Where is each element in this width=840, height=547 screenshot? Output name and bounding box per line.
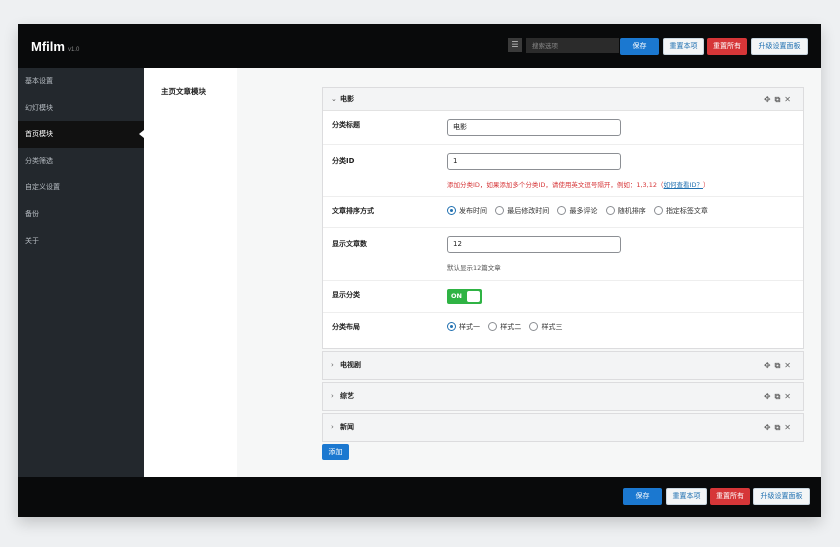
radio-unchecked-icon xyxy=(529,322,539,331)
radio-sort-modified-time[interactable]: 最后修改时间 xyxy=(495,206,549,216)
radio-checked-icon xyxy=(447,206,456,215)
chevron-down-icon: ⌄ xyxy=(331,95,337,103)
row-layout: 分类布局 样式一 样式二 样式三 xyxy=(323,313,803,345)
panel-header[interactable]: ⌄ 电影 ✥⧉✕ xyxy=(323,88,803,111)
sidebar-item-about[interactable]: 关于 xyxy=(18,228,144,255)
move-icon[interactable]: ✥ xyxy=(764,392,775,401)
main-content: 主页文章模块 ⌄ 电影 ✥⧉✕ 分类标题 电影 分类ID 1 添加分类ID，如果添… xyxy=(144,68,821,477)
field-label: 分类ID xyxy=(332,157,355,165)
sidebar-item-custom[interactable]: 自定义设置 xyxy=(18,174,144,201)
group-panel-news: › 新闻 ✥⧉✕ xyxy=(322,413,804,442)
search-input[interactable] xyxy=(526,38,619,53)
panel-header[interactable]: › 综艺 ✥⧉✕ xyxy=(323,383,803,410)
panel-title: 新闻 xyxy=(340,423,354,431)
panel-header[interactable]: › 电视剧 ✥⧉✕ xyxy=(323,352,803,379)
field-label: 分类布局 xyxy=(332,323,360,331)
copy-icon[interactable]: ⧉ xyxy=(775,95,785,104)
panel-title: 综艺 xyxy=(340,392,354,400)
footer-upgrade-panel-button[interactable]: 升级设置面板 xyxy=(753,488,810,505)
group-panel-movie: ⌄ 电影 ✥⧉✕ 分类标题 电影 分类ID 1 添加分类ID，如果添加多个分类ID… xyxy=(322,87,804,349)
field-label: 分类标题 xyxy=(332,121,360,129)
show-category-toggle[interactable]: ON xyxy=(447,289,482,304)
section-label: 主页文章模块 xyxy=(161,87,206,96)
field-label: 显示文章数 xyxy=(332,240,367,248)
category-id-input[interactable]: 1 xyxy=(447,153,621,170)
radio-sort-publish-time[interactable]: 发布时间 xyxy=(447,206,487,216)
move-icon[interactable]: ✥ xyxy=(764,95,775,104)
save-button[interactable]: 保存 xyxy=(620,38,659,55)
sidebar-item-category-filter[interactable]: 分类筛选 xyxy=(18,148,144,175)
row-category-id: 分类ID 1 添加分类ID，如果添加多个分类ID，请使用英文逗号隔开，例如：1,… xyxy=(323,145,803,197)
copy-icon[interactable]: ⧉ xyxy=(775,423,785,432)
radio-layout-style-1[interactable]: 样式一 xyxy=(447,322,480,332)
row-sort-order: 文章排序方式 发布时间 最后修改时间 最多评论 随机排序 指定标签文章 xyxy=(323,197,803,228)
radio-unchecked-icon xyxy=(495,206,505,215)
upgrade-panel-button[interactable]: 升级设置面板 xyxy=(751,38,808,55)
group-panel-variety: › 综艺 ✥⧉✕ xyxy=(322,382,804,411)
radio-layout-style-3[interactable]: 样式三 xyxy=(529,322,562,332)
chevron-right-icon: › xyxy=(331,392,334,400)
sidebar: 基本设置 幻灯模块 首页模块 分类筛选 自定义设置 备份 关于 xyxy=(18,68,144,477)
sort-radio-group: 发布时间 最后修改时间 最多评论 随机排序 指定标签文章 xyxy=(447,206,714,216)
sidebar-item-basic[interactable]: 基本设置 xyxy=(18,68,144,95)
sidebar-item-backup[interactable]: 备份 xyxy=(18,201,144,228)
row-show-category: 显示分类 ON xyxy=(323,281,803,313)
reset-all-button[interactable]: 重置所有 xyxy=(707,38,747,55)
chevron-right-icon: › xyxy=(331,361,334,369)
move-icon[interactable]: ✥ xyxy=(764,423,775,432)
footer-save-button[interactable]: 保存 xyxy=(623,488,662,505)
close-icon[interactable]: ✕ xyxy=(784,95,795,104)
footer-reset-section-button[interactable]: 重置本项 xyxy=(666,488,707,505)
radio-unchecked-icon xyxy=(653,206,663,215)
close-icon[interactable]: ✕ xyxy=(784,423,795,432)
radio-sort-by-tag[interactable]: 指定标签文章 xyxy=(653,206,708,216)
radio-checked-icon xyxy=(447,322,456,331)
radio-unchecked-icon xyxy=(557,206,567,215)
sidebar-item-home-module[interactable]: 首页模块 xyxy=(18,121,144,148)
post-count-help: 默认显示12篇文章 xyxy=(447,264,501,272)
panel-header[interactable]: › 新闻 ✥⧉✕ xyxy=(323,414,803,441)
toggle-label: ON xyxy=(451,292,462,300)
add-group-button[interactable]: 添加 xyxy=(322,444,349,460)
close-icon[interactable]: ✕ xyxy=(784,361,795,370)
app-brand: Mfilm v1.0 xyxy=(31,39,79,54)
field-label: 文章排序方式 xyxy=(332,207,374,215)
app-name: Mfilm xyxy=(31,39,65,54)
radio-layout-style-2[interactable]: 样式二 xyxy=(488,322,521,332)
radio-unchecked-icon xyxy=(488,322,498,331)
copy-icon[interactable]: ⧉ xyxy=(775,361,785,370)
group-panel-tv: › 电视剧 ✥⧉✕ xyxy=(322,351,804,380)
footer-bar: 保存 重置本项 重置所有 升级设置面板 xyxy=(18,477,821,517)
category-title-input[interactable]: 电影 xyxy=(447,119,621,136)
move-icon[interactable]: ✥ xyxy=(764,361,775,370)
app-version: v1.0 xyxy=(67,47,80,53)
field-label: 显示分类 xyxy=(332,291,360,299)
panel-title: 电影 xyxy=(340,95,354,103)
radio-sort-most-comments[interactable]: 最多评论 xyxy=(557,206,597,216)
sidebar-item-slider[interactable]: 幻灯模块 xyxy=(18,95,144,122)
top-bar: Mfilmv1.0 ☰ 保存 重置本项 重置所有 升级设置面板 xyxy=(18,24,821,68)
row-category-title: 分类标题 电影 xyxy=(323,111,803,145)
toggle-knob xyxy=(467,291,480,302)
panel-title: 电视剧 xyxy=(340,361,361,369)
menu-toggle-icon[interactable]: ☰ xyxy=(508,38,522,52)
layout-radio-group: 样式一 样式二 样式三 xyxy=(447,322,568,332)
footer-reset-all-button[interactable]: 重置所有 xyxy=(710,488,750,505)
close-icon[interactable]: ✕ xyxy=(784,392,795,401)
reset-section-button[interactable]: 重置本项 xyxy=(663,38,704,55)
radio-unchecked-icon xyxy=(605,206,615,215)
how-to-find-id-link[interactable]: 如何查看ID？ xyxy=(664,181,703,189)
radio-sort-random[interactable]: 随机排序 xyxy=(605,206,646,216)
post-count-input[interactable]: 12 xyxy=(447,236,621,253)
settings-window: Mfilmv1.0 ☰ 保存 重置本项 重置所有 升级设置面板 基本设置 幻灯模… xyxy=(18,24,821,517)
category-id-help: 添加分类ID，如果添加多个分类ID，请使用英文逗号隔开，例如：1,3,12（如何… xyxy=(447,181,710,189)
chevron-right-icon: › xyxy=(331,423,334,431)
copy-icon[interactable]: ⧉ xyxy=(775,392,785,401)
row-post-count: 显示文章数 12 默认显示12篇文章 xyxy=(323,228,803,281)
